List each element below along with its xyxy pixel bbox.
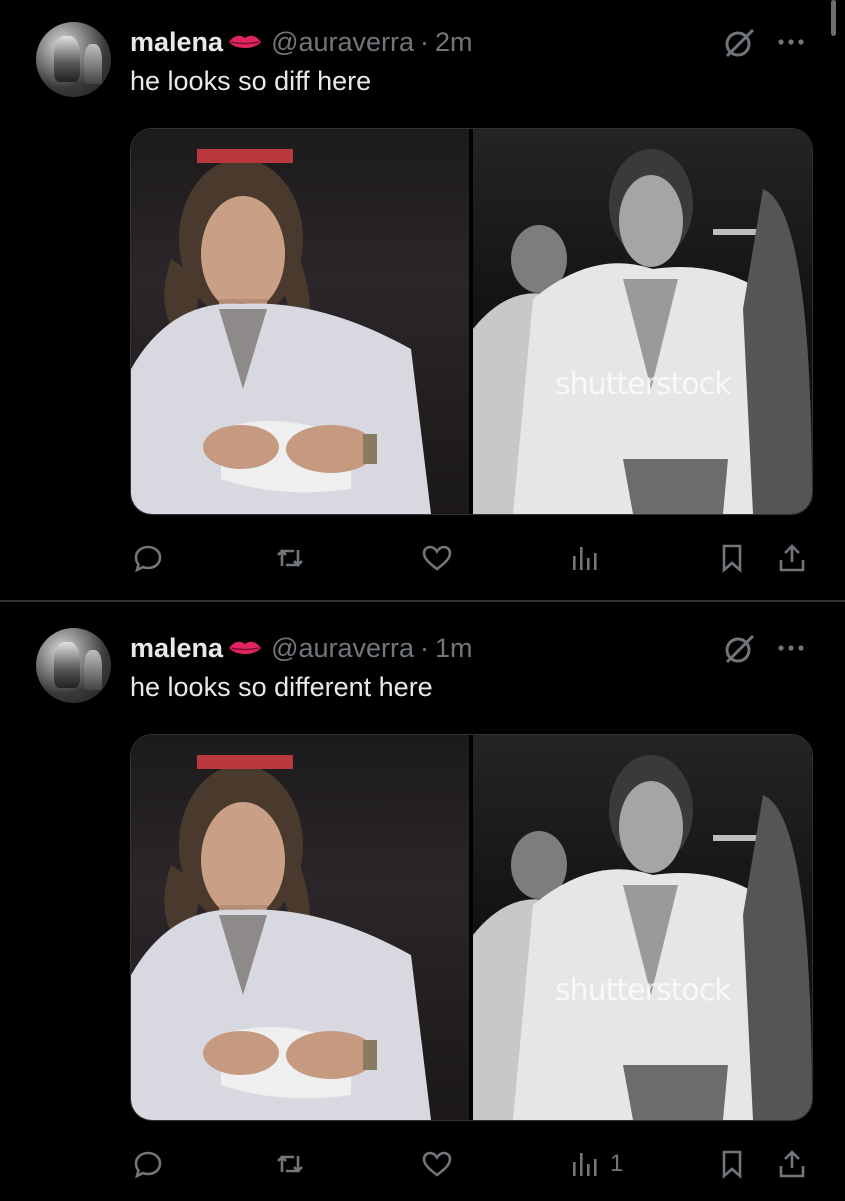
timestamp[interactable]: 2m <box>435 27 473 58</box>
post-text: he looks so different here <box>130 672 433 702</box>
photo-man-headband <box>131 755 431 1120</box>
reply-icon <box>134 1151 162 1179</box>
heart-icon <box>422 1151 452 1177</box>
views-count: 1 <box>610 1150 624 1177</box>
like-button[interactable] <box>421 540 453 576</box>
share-button[interactable] <box>776 1146 808 1182</box>
bookmark-icon <box>722 544 742 573</box>
like-button[interactable] <box>421 1146 453 1182</box>
repost-icon <box>277 1155 303 1173</box>
avatar[interactable] <box>36 628 111 703</box>
views-button[interactable]: 1 <box>568 1146 623 1182</box>
photo-man-jacket <box>473 755 812 1120</box>
repost-button[interactable] <box>274 540 306 576</box>
action-bar: 1 <box>0 1146 845 1186</box>
post-header: malena @auraverra · 1m <box>130 628 473 668</box>
reply-button[interactable] <box>132 540 164 576</box>
photo-man-jacket <box>473 149 812 514</box>
grok-icon[interactable] <box>722 26 756 60</box>
display-name[interactable]: malena <box>130 633 223 664</box>
separator: · <box>420 26 430 57</box>
share-button[interactable] <box>776 540 808 576</box>
repost-icon <box>277 549 303 567</box>
watermark: shutterstock <box>555 367 732 402</box>
user-handle[interactable]: @auraverra <box>271 27 414 58</box>
post-divider <box>0 600 845 602</box>
bookmark-button[interactable] <box>716 540 748 576</box>
more-icon[interactable] <box>776 30 806 54</box>
photo-man-headband <box>131 149 431 514</box>
separator: · <box>420 632 430 663</box>
post-media[interactable]: shutterstock <box>130 734 813 1121</box>
watermark: shutterstock <box>555 973 732 1008</box>
grok-icon[interactable] <box>722 632 756 666</box>
views-button[interactable] <box>568 540 610 576</box>
photo-left[interactable] <box>131 735 469 1120</box>
post-media[interactable]: shutterstock <box>130 128 813 515</box>
post-header: malena @auraverra · 2m <box>130 22 473 62</box>
share-icon <box>779 1150 805 1178</box>
photo-right[interactable]: shutterstock <box>473 735 812 1120</box>
kiss-lips-icon <box>229 35 262 48</box>
more-icon[interactable] <box>776 636 806 660</box>
photo-left[interactable] <box>131 129 469 514</box>
repost-button[interactable] <box>274 1146 306 1182</box>
views-icon <box>573 1153 597 1176</box>
post[interactable]: malena @auraverra · 2m he looks so diff … <box>0 0 845 595</box>
reply-button[interactable] <box>132 1146 164 1182</box>
display-name[interactable]: malena <box>130 27 223 58</box>
views-icon <box>573 547 597 570</box>
post[interactable]: malena @auraverra · 1m he looks so diffe… <box>0 606 845 1201</box>
share-icon <box>779 544 805 572</box>
action-bar <box>0 540 845 580</box>
user-handle[interactable]: @auraverra <box>271 633 414 664</box>
kiss-lips-icon <box>229 641 262 654</box>
avatar[interactable] <box>36 22 111 97</box>
timestamp[interactable]: 1m <box>435 633 473 664</box>
bookmark-button[interactable] <box>716 1146 748 1182</box>
bookmark-icon <box>722 1150 742 1179</box>
heart-icon <box>422 545 452 571</box>
post-text: he looks so diff here <box>130 66 372 96</box>
reply-icon <box>134 545 162 573</box>
photo-right[interactable]: shutterstock <box>473 129 812 514</box>
